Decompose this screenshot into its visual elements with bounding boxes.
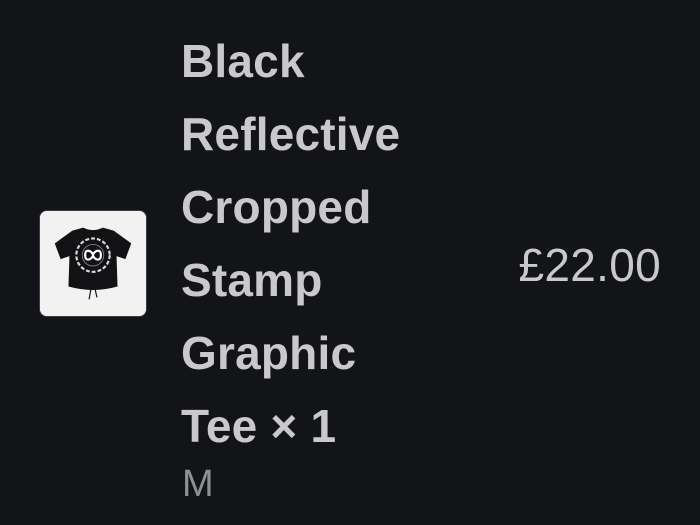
cart-line-item: Black Reflective Cropped Stamp Graphic T… [0,0,700,525]
tee-product-image [40,211,146,316]
product-price: £22.00 [518,239,661,291]
product-name-quantity[interactable]: Black Reflective Cropped Stamp Graphic T… [181,25,481,463]
product-size-variant: M [182,463,214,505]
product-thumbnail[interactable] [39,210,147,317]
